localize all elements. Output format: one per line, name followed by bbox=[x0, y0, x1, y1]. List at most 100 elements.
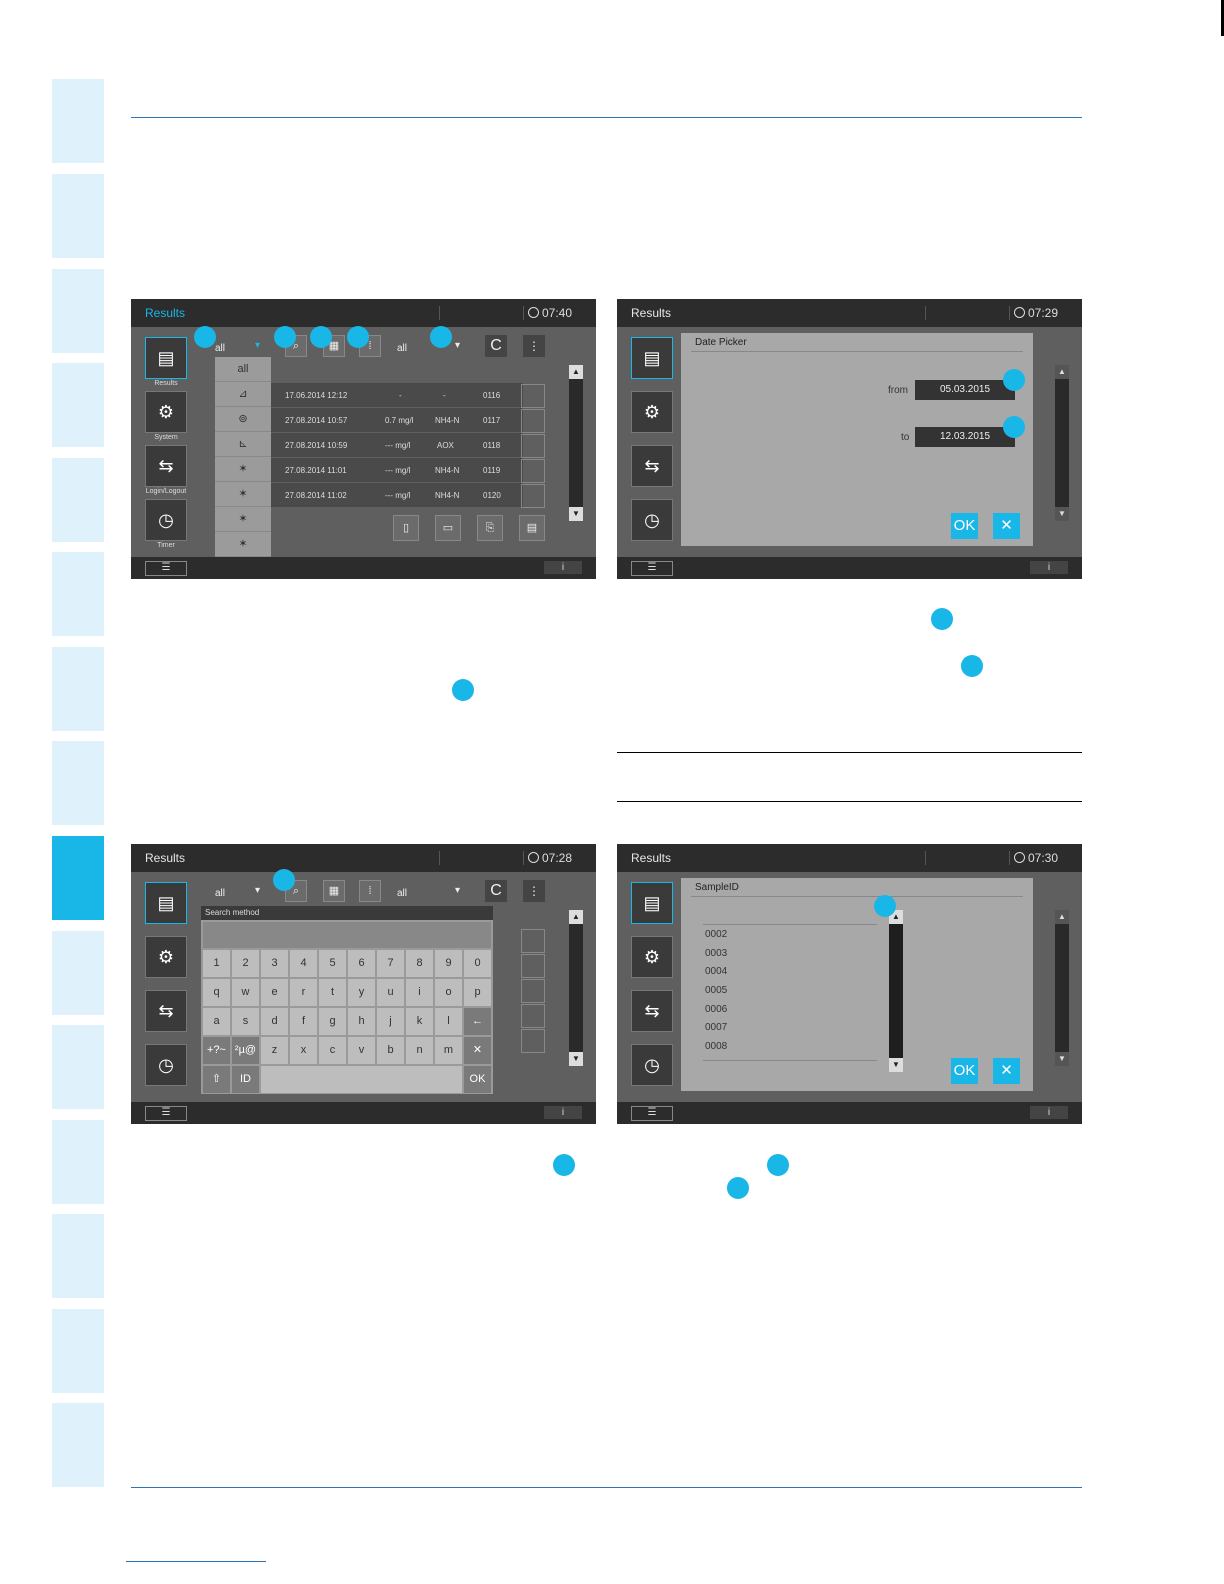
scroll-up-icon[interactable]: ▲ bbox=[569, 365, 583, 379]
sidebar-item-system[interactable]: ⚙ bbox=[145, 936, 187, 978]
shift-icon[interactable]: ⇧ bbox=[203, 1066, 230, 1093]
sidebar-item-login[interactable]: ⇆ bbox=[145, 990, 187, 1032]
key[interactable]: h bbox=[348, 1008, 375, 1035]
scrollbar[interactable] bbox=[569, 365, 583, 521]
row-checkbox[interactable] bbox=[521, 434, 545, 458]
key[interactable]: u bbox=[377, 979, 404, 1006]
key[interactable]: b bbox=[377, 1037, 404, 1064]
row-checkbox[interactable] bbox=[521, 409, 545, 433]
print-icon[interactable]: ▤ bbox=[519, 515, 545, 541]
chevron-down-icon[interactable]: ▾ bbox=[455, 340, 460, 351]
dropdown-item-all[interactable]: all bbox=[215, 357, 271, 382]
key[interactable]: i bbox=[406, 979, 433, 1006]
date-filter-button[interactable]: ▦ bbox=[323, 880, 345, 902]
list-scrollbar[interactable] bbox=[889, 910, 903, 1072]
key[interactable]: e bbox=[261, 979, 288, 1006]
row-checkbox[interactable] bbox=[521, 384, 545, 408]
key[interactable]: 7 bbox=[377, 950, 404, 977]
ok-button[interactable]: OK bbox=[464, 1066, 491, 1093]
space-key[interactable] bbox=[261, 1066, 462, 1093]
sidebar-item-timer[interactable]: ◷ bbox=[631, 1044, 673, 1086]
row-checkbox[interactable] bbox=[521, 929, 545, 953]
row-checkbox[interactable] bbox=[521, 1004, 545, 1028]
method-icon[interactable]: ⊚ bbox=[215, 407, 271, 432]
sidebar-item-results[interactable]: ▤ bbox=[631, 882, 673, 924]
table-row[interactable]: 27.08.2014 10:57 0.7 mg/l NH4-N 0117 bbox=[271, 408, 523, 432]
scroll-down-icon[interactable]: ▼ bbox=[1055, 507, 1069, 521]
clear-icon[interactable]: ✕ bbox=[464, 1037, 491, 1064]
method-icon[interactable]: ✶ bbox=[215, 482, 271, 507]
key[interactable]: 8 bbox=[406, 950, 433, 977]
special-chars-key[interactable]: ²µ@ bbox=[232, 1037, 259, 1064]
key[interactable]: n bbox=[406, 1037, 433, 1064]
key[interactable]: 5 bbox=[319, 950, 346, 977]
sidebar-item-results[interactable]: ▤ bbox=[631, 337, 673, 379]
key[interactable]: r bbox=[290, 979, 317, 1006]
list-item[interactable]: 0003 bbox=[705, 948, 727, 959]
sidebar-item-timer[interactable]: ◷ bbox=[145, 1044, 187, 1086]
key[interactable]: v bbox=[348, 1037, 375, 1064]
info-button[interactable]: i bbox=[544, 561, 582, 574]
scroll-down-icon[interactable]: ▼ bbox=[1055, 1052, 1069, 1066]
method-filter[interactable]: all bbox=[215, 888, 225, 899]
key[interactable]: w bbox=[232, 979, 259, 1006]
menu-icon[interactable]: ☰ bbox=[631, 561, 673, 576]
key[interactable]: g bbox=[319, 1008, 346, 1035]
parameter-filter[interactable]: all bbox=[397, 888, 407, 899]
key[interactable]: y bbox=[348, 979, 375, 1006]
key[interactable]: t bbox=[319, 979, 346, 1006]
table-row[interactable]: 27.08.2014 11:02 --- mg/l NH4-N 0120 bbox=[271, 483, 523, 507]
info-button[interactable]: i bbox=[1030, 1106, 1068, 1119]
table-row[interactable]: 27.08.2014 10:59 --- mg/l AOX 0118 bbox=[271, 433, 523, 457]
table-row[interactable]: 27.08.2014 11:01 --- mg/l NH4-N 0119 bbox=[271, 458, 523, 482]
row-checkbox[interactable] bbox=[521, 1029, 545, 1053]
menu-icon[interactable]: ☰ bbox=[145, 561, 187, 576]
sidebar-item-login[interactable]: ⇆ Login/Logout bbox=[145, 445, 187, 495]
options-button[interactable]: ⋮ bbox=[523, 880, 545, 902]
method-icon[interactable]: ✶ bbox=[215, 507, 271, 532]
scrollbar[interactable] bbox=[569, 910, 583, 1066]
key[interactable]: c bbox=[319, 1037, 346, 1064]
key[interactable]: z bbox=[261, 1037, 288, 1064]
sidebar-item-system[interactable]: ⚙ bbox=[631, 936, 673, 978]
method-icon[interactable]: ⊿ bbox=[215, 382, 271, 407]
key[interactable]: f bbox=[290, 1008, 317, 1035]
clear-filter-button[interactable]: C bbox=[485, 335, 507, 357]
key[interactable]: 9 bbox=[435, 950, 462, 977]
key[interactable]: 6 bbox=[348, 950, 375, 977]
id-key[interactable]: ID bbox=[232, 1066, 259, 1093]
method-icon[interactable]: ✶ bbox=[215, 532, 271, 557]
ok-button[interactable]: OK bbox=[951, 1058, 978, 1084]
delete-icon[interactable]: ▯ bbox=[393, 515, 419, 541]
scroll-up-icon[interactable]: ▲ bbox=[569, 910, 583, 924]
key[interactable]: q bbox=[203, 979, 230, 1006]
info-button[interactable]: i bbox=[544, 1106, 582, 1119]
sidebar-item-timer[interactable]: ◷ Timer bbox=[145, 499, 187, 549]
scroll-down-icon[interactable]: ▼ bbox=[889, 1058, 903, 1072]
key[interactable]: o bbox=[435, 979, 462, 1006]
chevron-down-icon[interactable]: ▾ bbox=[255, 340, 260, 351]
backspace-icon[interactable]: ← bbox=[464, 1008, 491, 1035]
symbols-key[interactable]: +?~ bbox=[203, 1037, 230, 1064]
method-icon[interactable]: ✶ bbox=[215, 457, 271, 482]
export-icon[interactable]: ⎘ bbox=[477, 515, 503, 541]
key[interactable]: l bbox=[435, 1008, 462, 1035]
key[interactable]: d bbox=[261, 1008, 288, 1035]
chevron-down-icon[interactable]: ▾ bbox=[455, 885, 460, 896]
options-button[interactable]: ⋮ bbox=[523, 335, 545, 357]
sidebar-item-system[interactable]: ⚙ System bbox=[145, 391, 187, 441]
sidebar-item-timer[interactable]: ◷ bbox=[631, 499, 673, 541]
key[interactable]: m bbox=[435, 1037, 462, 1064]
scroll-down-icon[interactable]: ▼ bbox=[569, 507, 583, 521]
row-checkbox[interactable] bbox=[521, 484, 545, 508]
row-checkbox[interactable] bbox=[521, 979, 545, 1003]
close-icon[interactable]: ✕ bbox=[993, 1058, 1020, 1084]
list-item[interactable]: 0008 bbox=[705, 1041, 727, 1052]
to-date-field[interactable]: 12.03.2015 bbox=[915, 427, 1015, 447]
close-icon[interactable]: ✕ bbox=[993, 513, 1020, 539]
sidebar-item-login[interactable]: ⇆ bbox=[631, 990, 673, 1032]
list-item[interactable]: 0005 bbox=[705, 985, 727, 996]
menu-icon[interactable]: ☰ bbox=[145, 1106, 187, 1121]
key[interactable]: k bbox=[406, 1008, 433, 1035]
key[interactable]: p bbox=[464, 979, 491, 1006]
